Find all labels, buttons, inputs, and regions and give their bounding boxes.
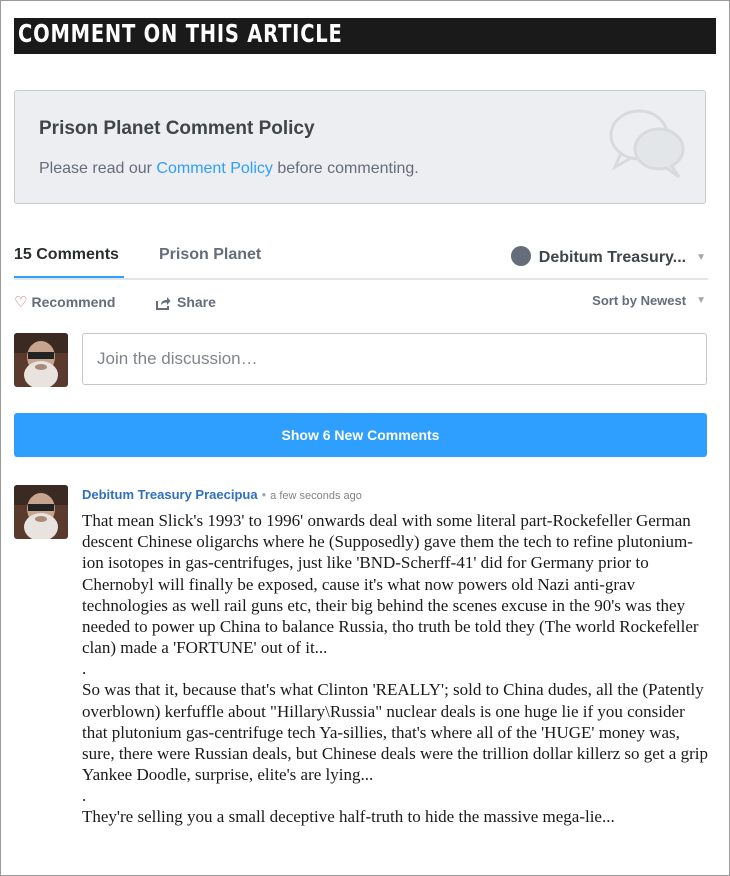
- user-menu[interactable]: Debitum Treasury... ▼: [510, 246, 706, 267]
- policy-text-after: before commenting.: [272, 160, 419, 177]
- comment-paragraph: That mean Slick's 1993' to 1996' onwards…: [82, 511, 699, 658]
- comment-paragraph: They're selling you a small deceptive ha…: [82, 807, 615, 827]
- avatar[interactable]: [14, 333, 68, 387]
- show-new-comments-button[interactable]: Show 6 New Comments: [14, 413, 707, 457]
- chevron-down-icon: ▼: [696, 252, 706, 263]
- comment-paragraph: So was that it, because that's what Clin…: [82, 680, 708, 785]
- recommend-label: Recommend: [31, 294, 116, 310]
- section-header: COMMENT ON THIS ARTICLE: [14, 18, 716, 54]
- tab-comments[interactable]: 15 Comments: [14, 246, 124, 278]
- speech-bubbles-icon: [609, 109, 685, 179]
- comment-paragraph: .: [82, 786, 87, 806]
- thread-actions: ♡ Recommend Share Sort by Newest ▼: [14, 293, 708, 313]
- comment-body: That mean Slick's 1993' to 1996' onwards…: [82, 510, 712, 828]
- comment-meta: Debitum Treasury Praecipua • a few seconds…: [82, 487, 362, 502]
- policy-title: Prison Planet Comment Policy: [39, 118, 315, 139]
- comments-nav: 15 Comments Prison Planet Debitum Treasu…: [14, 238, 708, 280]
- sort-label: Sort by Newest: [592, 293, 687, 308]
- comment-author[interactable]: Debitum Treasury Praecipua: [82, 487, 258, 502]
- policy-text-before: Please read our: [39, 160, 157, 177]
- chevron-down-icon: ▼: [696, 295, 706, 306]
- share-label: Share: [177, 294, 216, 310]
- comment-policy-link[interactable]: Comment Policy: [156, 160, 272, 177]
- sort-dropdown[interactable]: Sort by Newest ▼: [592, 293, 706, 308]
- recommend-button[interactable]: ♡ Recommend: [14, 293, 115, 311]
- section-title: COMMENT ON THIS ARTICLE: [18, 19, 343, 48]
- comment-avatar[interactable]: [14, 485, 68, 539]
- heart-icon: ♡: [14, 294, 28, 311]
- user-dot-icon: [510, 246, 531, 266]
- tab-community[interactable]: Prison Planet: [159, 246, 261, 264]
- avatar-image: [14, 333, 68, 387]
- share-icon: [156, 297, 171, 310]
- user-menu-label: Debitum Treasury...: [538, 249, 687, 266]
- comment-policy-box: Prison Planet Comment Policy Please read…: [14, 90, 706, 204]
- meta-separator: •: [261, 487, 267, 502]
- avatar-image: [14, 485, 68, 539]
- share-button[interactable]: Share: [156, 294, 216, 310]
- comment-timestamp[interactable]: a few seconds ago: [270, 490, 362, 502]
- comment-paragraph: .: [82, 659, 87, 679]
- policy-text: Please read our Comment Policy before co…: [39, 160, 419, 178]
- join-discussion-input[interactable]: Join the discussion…: [82, 333, 707, 385]
